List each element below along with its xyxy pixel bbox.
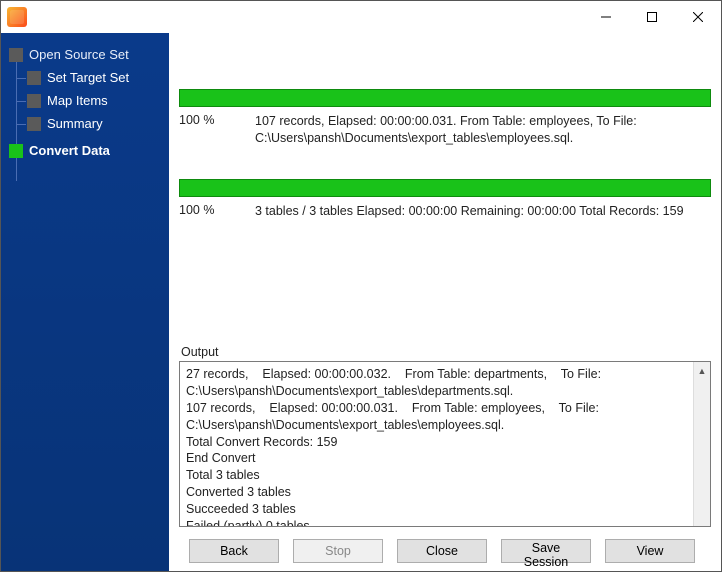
table-progress-bar	[179, 89, 711, 107]
step-status-icon	[27, 94, 41, 108]
back-button[interactable]: Back	[189, 539, 279, 563]
progress-section: 100 % 107 records, Elapsed: 00:00:00.031…	[179, 39, 711, 220]
step-label: Map Items	[47, 93, 108, 108]
step-label: Open Source Set	[29, 47, 129, 62]
app-icon	[7, 7, 27, 27]
close-button[interactable]: Close	[397, 539, 487, 563]
overall-progress-bar	[179, 179, 711, 197]
wizard-sidebar: Open Source Set Set Target Set Map Items…	[1, 33, 169, 571]
view-button[interactable]: View	[605, 539, 695, 563]
overall-progress-percent: 100 %	[179, 203, 239, 217]
table-progress-detail: 107 records, Elapsed: 00:00:00.031. From…	[255, 113, 711, 147]
step-set-target-set[interactable]: Set Target Set	[7, 66, 163, 89]
table-progress-row: 100 % 107 records, Elapsed: 00:00:00.031…	[179, 113, 711, 147]
step-summary[interactable]: Summary	[7, 112, 163, 135]
step-label: Set Target Set	[47, 70, 129, 85]
step-status-icon	[27, 117, 41, 131]
stop-button: Stop	[293, 539, 383, 563]
main-panel: 100 % 107 records, Elapsed: 00:00:00.031…	[169, 33, 721, 571]
step-label: Summary	[47, 116, 103, 131]
button-row: Back Stop Close Save Session View	[179, 527, 711, 563]
output-textbox[interactable]: 27 records, Elapsed: 00:00:00.032. From …	[179, 361, 711, 527]
step-map-items[interactable]: Map Items	[7, 89, 163, 112]
wizard-steps-tree: Open Source Set Set Target Set Map Items…	[7, 43, 163, 162]
window-controls	[583, 1, 721, 33]
window-body: Open Source Set Set Target Set Map Items…	[1, 33, 721, 571]
app-window: Open Source Set Set Target Set Map Items…	[0, 0, 722, 572]
output-label: Output	[179, 345, 711, 361]
step-open-source-set[interactable]: Open Source Set	[7, 43, 163, 66]
output-scrollbar[interactable]: ▲	[693, 362, 710, 526]
output-text: 27 records, Elapsed: 00:00:00.032. From …	[180, 362, 693, 526]
save-session-button[interactable]: Save Session	[501, 539, 591, 563]
scroll-up-icon[interactable]: ▲	[694, 362, 710, 379]
step-label: Convert Data	[29, 143, 110, 158]
step-convert-data[interactable]: Convert Data	[7, 139, 163, 162]
titlebar	[1, 1, 721, 33]
step-status-icon	[27, 71, 41, 85]
table-progress-percent: 100 %	[179, 113, 239, 127]
minimize-button[interactable]	[583, 1, 629, 33]
maximize-button[interactable]	[629, 1, 675, 33]
close-window-button[interactable]	[675, 1, 721, 33]
overall-progress-row: 100 % 3 tables / 3 tables Elapsed: 00:00…	[179, 203, 711, 220]
output-section: Output 27 records, Elapsed: 00:00:00.032…	[179, 345, 711, 527]
step-status-icon	[9, 48, 23, 62]
overall-progress-detail: 3 tables / 3 tables Elapsed: 00:00:00 Re…	[255, 203, 711, 220]
step-status-icon	[9, 144, 23, 158]
